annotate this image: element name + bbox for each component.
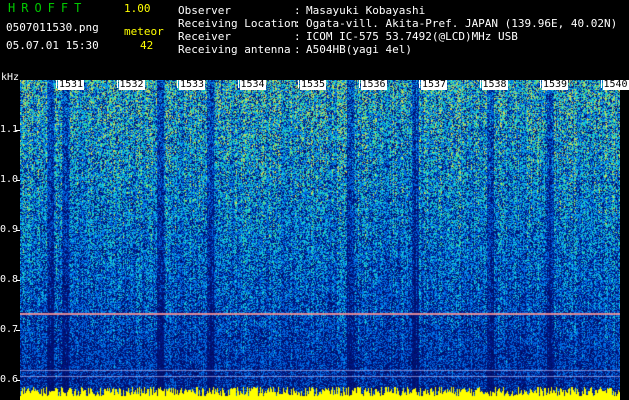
minute-tick — [479, 80, 481, 88]
minute-tick — [298, 80, 299, 88]
meteor-count: 42 — [140, 39, 154, 52]
info-colon: : — [294, 30, 301, 43]
minute-label: 1537 — [421, 79, 448, 90]
minute-tick — [358, 80, 360, 88]
info-label: Observer — [178, 4, 231, 17]
info-colon: : — [294, 4, 301, 17]
info-label: Receiving antenna — [178, 43, 291, 56]
info-value: Ogata-vill. Akita-Pref. JAPAN (139.96E, … — [306, 17, 618, 30]
mode-label: meteor — [124, 25, 164, 38]
minute-label: 1532 — [118, 79, 145, 90]
minute-tick — [600, 80, 602, 88]
spectrogram — [20, 80, 620, 400]
info-colon: : — [294, 43, 301, 56]
minute-label: 1538 — [481, 79, 508, 90]
info-value: ICOM IC-575 53.7492(@LCD)MHz USB — [306, 30, 518, 43]
info-label: Receiving Location — [178, 17, 298, 30]
minute-tick — [237, 80, 239, 88]
minute-tick — [56, 80, 57, 88]
minute-tick — [116, 80, 118, 88]
filename-label: 0507011530.png — [6, 21, 99, 34]
minute-tick — [419, 80, 420, 88]
minute-label: 1535 — [300, 79, 327, 90]
info-label: Receiver — [178, 30, 231, 43]
minute-label: 1531 — [58, 79, 85, 90]
info-value: Masayuki Kobayashi — [306, 4, 426, 17]
minute-label: 1539 — [542, 79, 569, 90]
info-value: A504HB(yagi 4el) — [306, 43, 412, 56]
app-logo: HROFFT — [8, 1, 88, 15]
minute-label: 1534 — [239, 79, 266, 90]
minute-label: 1536 — [360, 79, 387, 90]
axis-unit: kHz — [1, 72, 20, 83]
datetime-label: 05.07.01 15:30 — [6, 39, 99, 52]
minute-tick — [177, 80, 178, 88]
info-colon: : — [294, 17, 301, 30]
minute-tick — [540, 80, 541, 88]
minute-label: 1540 — [602, 79, 629, 90]
minute-label: 1533 — [179, 79, 206, 90]
app-version: 1.00 — [124, 2, 151, 15]
